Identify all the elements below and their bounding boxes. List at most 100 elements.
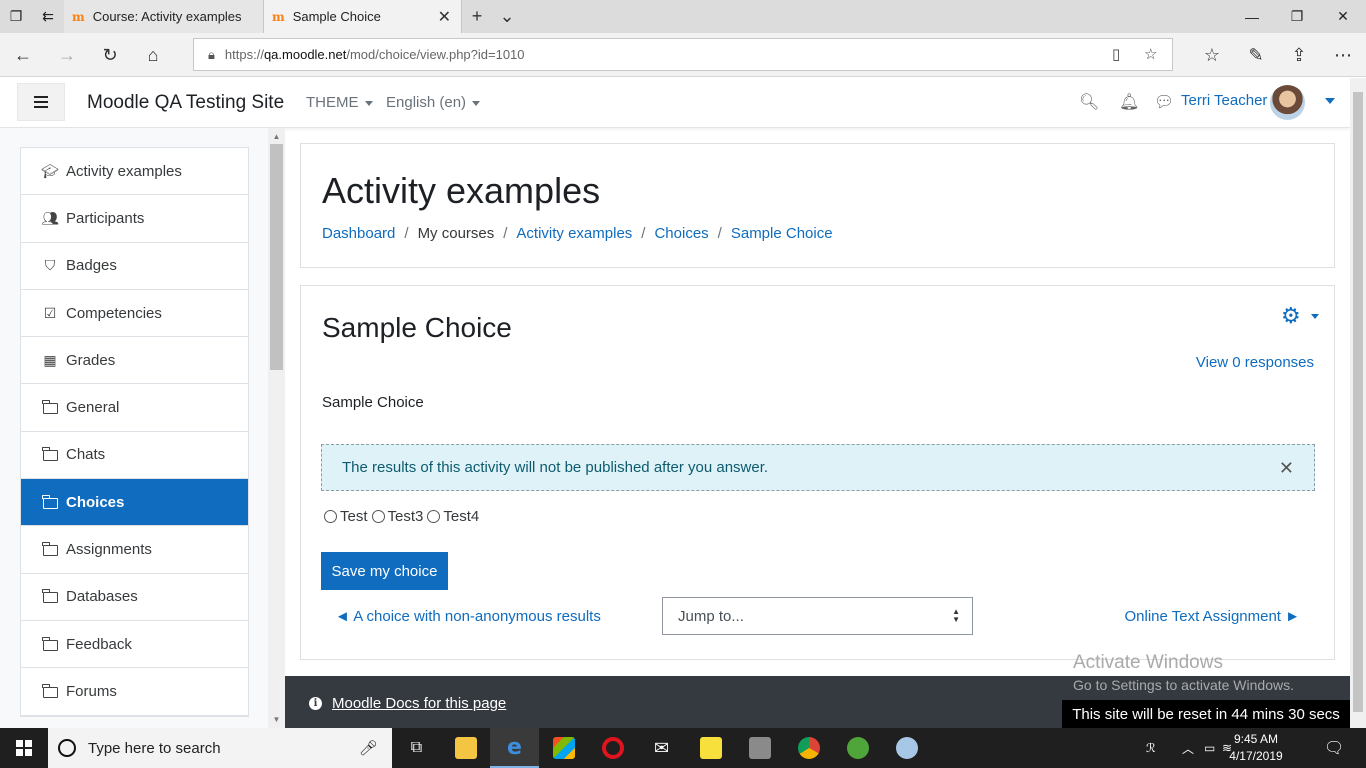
favorite-star-icon[interactable]: ☆ [1144,45,1157,63]
reading-view-icon[interactable]: ▯ [1112,45,1120,63]
app-icon[interactable] [735,728,784,768]
radio-button[interactable] [324,510,337,523]
drawer-item-label: Forums [66,682,117,700]
gear-icon[interactable]: ⚙ [1281,303,1301,329]
forward-icon[interactable]: → [52,41,82,69]
sticky-notes-icon[interactable] [686,728,735,768]
mail-icon[interactable]: ✉ [637,728,686,768]
page-scroll-thumb[interactable] [1353,92,1363,712]
drawer-item-competencies[interactable]: ☑ Competencies [21,290,248,338]
close-tab-icon[interactable]: ✕ [438,7,451,27]
new-tab-icon[interactable]: + [462,0,492,33]
main-content: Sample Choice ⚙ View 0 responses Sample … [300,285,1335,660]
drawer-item-grades[interactable]: ▦ Grades [21,337,248,385]
set-aside-tabs-icon[interactable]: ⇇ [32,0,64,33]
option-test[interactable]: Test [324,508,368,525]
option-test3[interactable]: Test3 [371,508,423,525]
close-icon[interactable]: ✕ [1279,458,1294,479]
share-icon[interactable]: ⇪ [1284,41,1314,69]
breadcrumb-choices[interactable]: Choices [654,225,708,242]
option-test4[interactable]: Test4 [427,508,479,525]
radio-button[interactable] [371,510,385,523]
folder-icon [41,542,59,557]
next-activity-link[interactable]: Online Text Assignment ► [1125,608,1301,625]
language-menu[interactable]: English ‎(en)‎ [386,94,481,111]
task-view-icon[interactable]: ⧉ [392,728,441,768]
drawer-item-general[interactable]: General [21,384,248,432]
people-icon[interactable]: ℛ [1146,728,1156,768]
drawer-item-activity-examples[interactable]: 🎓︎ Activity examples [21,148,248,196]
caret-down-icon[interactable] [1311,314,1319,319]
tab-list-chevron-icon[interactable]: ⌄ [492,0,522,33]
drawer-scrollbar[interactable]: ▲ ▼ [268,128,285,728]
info-alert: The results of this activity will not be… [321,444,1315,491]
opera-icon[interactable] [588,728,637,768]
restore-icon[interactable]: ❐ [1274,0,1320,33]
bell-icon[interactable]: 🔔︎ [1119,92,1139,112]
battery-icon[interactable]: ▭ [1204,728,1215,768]
store-icon[interactable] [539,728,588,768]
drawer-item-feedback[interactable]: Feedback [21,621,248,669]
microphone-icon[interactable]: 🎤︎ [359,739,378,757]
page-scrollbar[interactable] [1350,78,1366,728]
close-window-icon[interactable]: ✕ [1320,0,1366,33]
breadcrumb-dashboard[interactable]: Dashboard [322,225,395,242]
tab-preview-icon[interactable]: ❐ [0,0,32,33]
web-note-icon[interactable]: ✎ [1241,41,1271,69]
caret-down-icon [472,100,481,106]
notifications-icon[interactable]: 🗨︎ [1324,728,1344,768]
page-title: Activity examples [322,170,601,211]
drawer-item-label: Participants [66,209,145,227]
user-menu-name[interactable]: Terri Teacher [1181,92,1267,109]
paint-icon[interactable] [882,728,931,768]
jump-to-select[interactable]: Jump to... ▲ ▼ [662,597,973,635]
drawer-toggle-button[interactable] [17,83,65,121]
drawer-item-databases[interactable]: Databases [21,574,248,621]
message-icon[interactable]: 💬︎ [1154,92,1174,112]
scroll-down-arrow-icon[interactable]: ▼ [268,712,285,726]
avatar[interactable] [1270,85,1305,120]
file-explorer-icon[interactable] [441,728,490,768]
theme-menu[interactable]: THEME [306,94,373,111]
drawer-item-label: Competencies [66,304,162,322]
edge-browser-icon[interactable]: e [490,728,539,768]
back-icon[interactable]: ← [8,41,38,69]
taskbar-clock[interactable]: 9:45 AM 4/17/2019 [1226,731,1286,765]
drawer-item-choices[interactable]: Choices [21,479,248,527]
drawer-item-badges[interactable]: ⛉ Badges [21,243,248,290]
moodle-navbar: Moodle QA Testing Site THEME English ‎(e… [0,78,1350,128]
url-input[interactable]: 🔒︎ https://qa.moodle.net/mod/choice/view… [193,38,1173,71]
tray-chevron-up-icon[interactable]: ︿ [1182,728,1194,768]
tab-title: Sample Choice [292,9,381,24]
minimize-icon[interactable]: — [1229,0,1275,33]
radio-button[interactable] [427,510,441,523]
scroll-up-arrow-icon[interactable]: ▲ [268,129,285,143]
browser-tab-sample-choice[interactable]: m Sample Choice ✕ [264,0,462,33]
more-icon[interactable]: ⋯ [1328,41,1358,69]
utorrent-icon[interactable] [833,728,882,768]
drawer-item-assignments[interactable]: Assignments [21,526,248,574]
home-icon[interactable]: ⌂ [138,41,168,69]
view-responses-link[interactable]: View 0 responses [1196,354,1314,371]
chrome-icon[interactable] [784,728,833,768]
breadcrumb-separator: / [641,225,646,242]
breadcrumb-sample-choice[interactable]: Sample Choice [731,225,833,242]
drawer-item-participants[interactable]: 👥︎ Participants [21,195,248,243]
moodle-docs-link[interactable]: i Moodle Docs for this page [309,695,506,712]
start-button[interactable] [0,728,48,768]
drawer-scroll-thumb[interactable] [270,144,283,370]
browser-tab-course[interactable]: m Course: Activity examples [64,0,264,33]
favorites-hub-icon[interactable]: ☆ [1197,41,1227,69]
drawer-item-label: Grades [66,351,116,369]
caret-down-icon[interactable] [1325,98,1335,104]
previous-activity-link[interactable]: ◄ A choice with non-anonymous results [335,608,601,625]
search-icon[interactable]: 🔍︎ [1079,92,1099,112]
activity-intro: Sample Choice [322,394,424,411]
refresh-icon[interactable]: ↻ [95,41,125,69]
save-choice-button[interactable]: Save my choice [321,552,448,590]
taskbar-search-input[interactable]: Type here to search 🎤︎ [48,728,392,768]
drawer-item-forums[interactable]: Forums [21,668,248,716]
site-name[interactable]: Moodle QA Testing Site [87,92,284,114]
drawer-item-chats[interactable]: Chats [21,432,248,480]
breadcrumb-activity-examples[interactable]: Activity examples [516,225,632,242]
